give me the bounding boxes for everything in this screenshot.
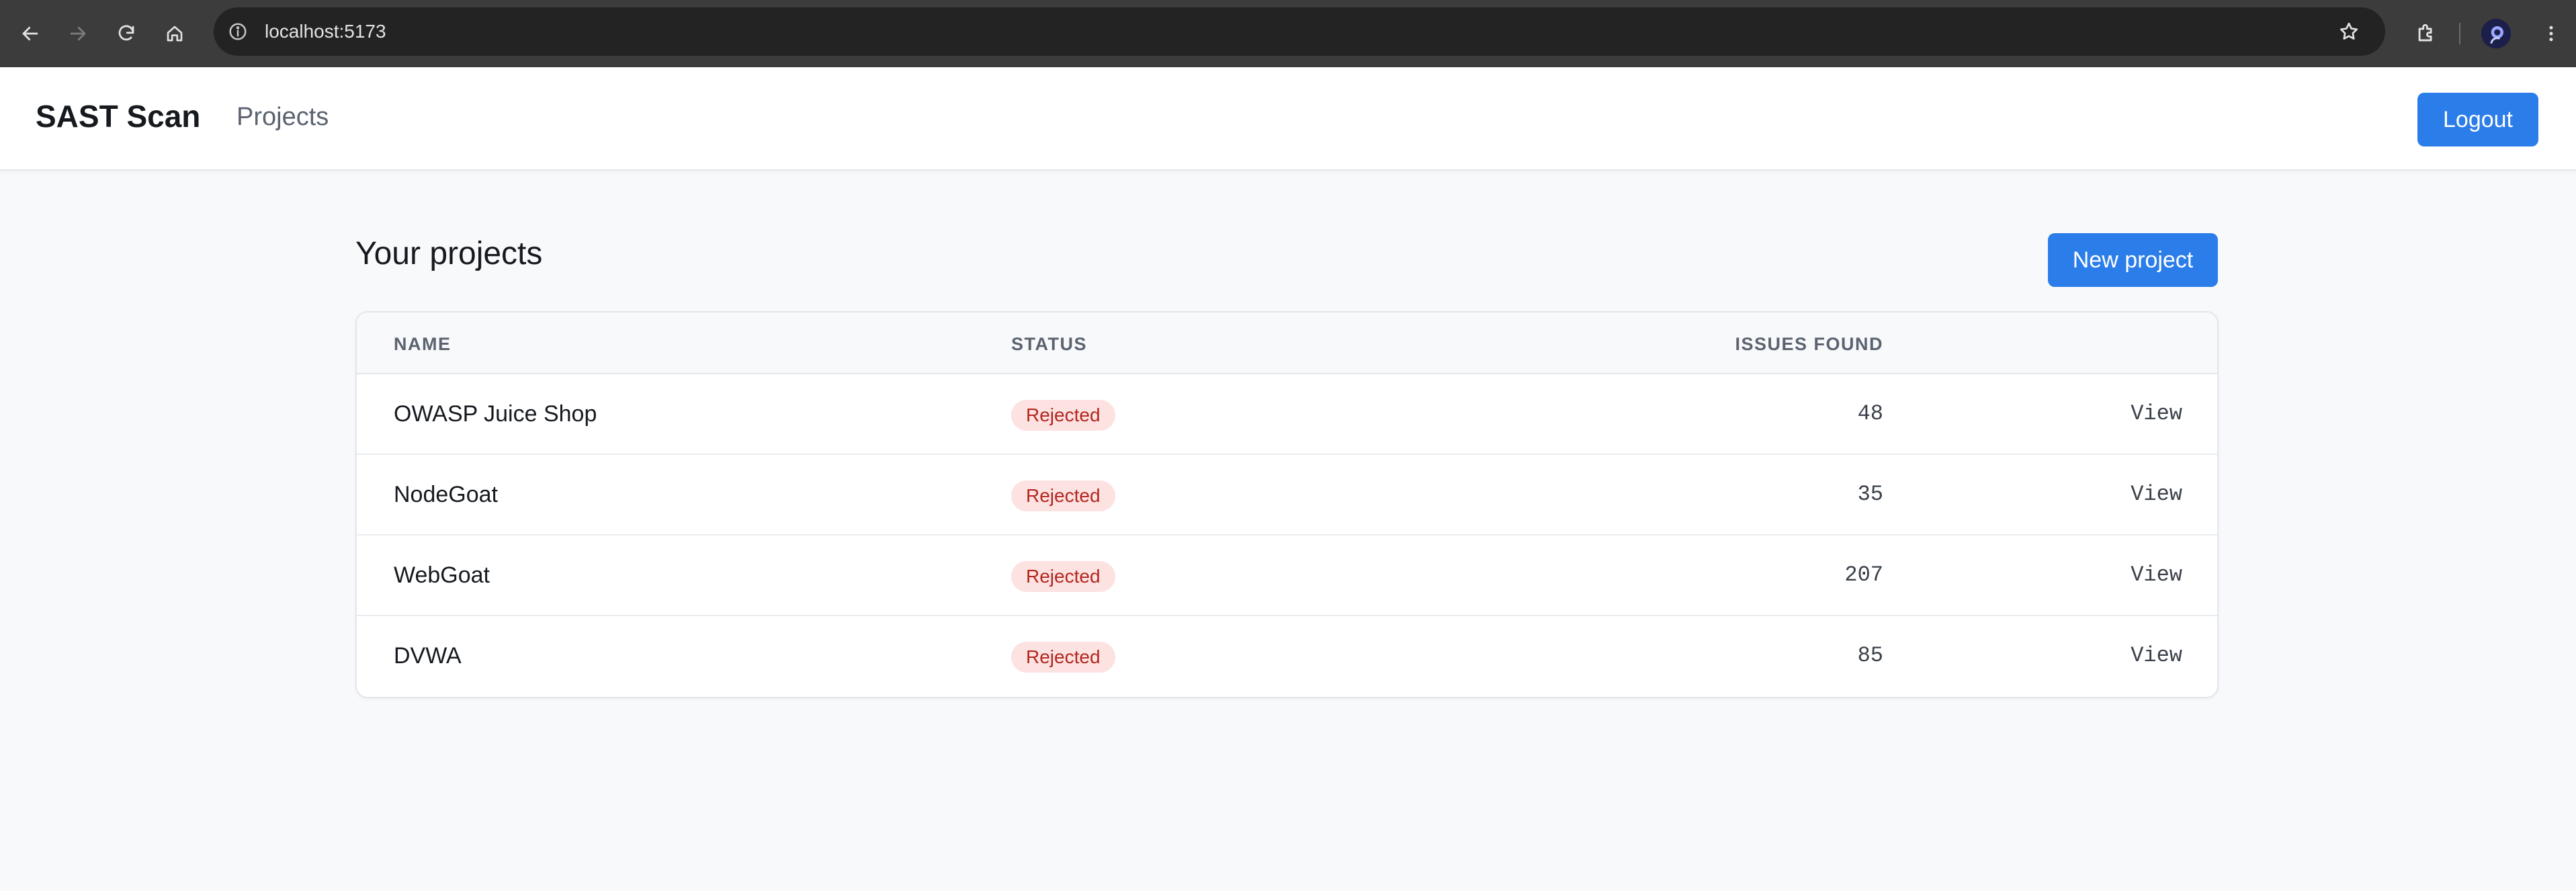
app-brand[interactable]: SAST Scan xyxy=(36,98,200,134)
site-info-button[interactable] xyxy=(222,15,254,48)
project-name: WebGoat xyxy=(394,562,490,588)
address-bar[interactable]: localhost:5173 xyxy=(214,7,2385,56)
new-project-button[interactable]: New project xyxy=(2048,233,2218,287)
status-badge: Rejected xyxy=(1011,480,1115,511)
project-name: OWASP Juice Shop xyxy=(394,401,597,427)
more-menu-icon xyxy=(2549,26,2553,42)
table-header: NAME STATUS ISSUES FOUND xyxy=(357,312,2217,374)
column-header-issues: ISSUES FOUND xyxy=(1735,334,1883,354)
issues-count: 35 xyxy=(1857,482,1883,507)
nav-link-projects[interactable]: Projects xyxy=(237,103,329,132)
app-header: SAST Scan Projects Logout xyxy=(0,67,2576,171)
issues-count: 85 xyxy=(1857,643,1883,668)
back-button[interactable] xyxy=(9,13,51,54)
profile-icon xyxy=(2481,19,2511,48)
view-link[interactable]: View xyxy=(2131,562,2182,587)
project-name: NodeGoat xyxy=(394,482,498,507)
bookmark-button[interactable] xyxy=(2333,15,2365,48)
view-link[interactable]: View xyxy=(2131,401,2182,426)
home-icon xyxy=(167,26,183,42)
home-button[interactable] xyxy=(154,13,196,54)
issues-count: 207 xyxy=(1844,562,1883,587)
browser-menu-button[interactable] xyxy=(2530,13,2572,54)
page-title: Your projects xyxy=(355,236,543,271)
reload-button[interactable] xyxy=(105,13,147,54)
extensions-icon xyxy=(2418,24,2432,42)
table-row: WebGoat Rejected 207 View xyxy=(357,536,2217,616)
star-icon xyxy=(2339,22,2358,40)
view-link[interactable]: View xyxy=(2131,482,2182,507)
profile-avatar[interactable] xyxy=(2481,19,2511,48)
extensions-button[interactable] xyxy=(2405,13,2447,54)
status-badge: Rejected xyxy=(1011,561,1115,592)
projects-table: NAME STATUS ISSUES FOUND OWASP Juice Sho… xyxy=(355,311,2219,698)
logout-button[interactable]: Logout xyxy=(2417,93,2538,146)
forward-icon xyxy=(70,26,86,41)
back-icon xyxy=(22,26,38,41)
browser-toolbar: localhost:5173 xyxy=(0,0,2576,67)
project-name: DVWA xyxy=(394,643,462,669)
reload-icon xyxy=(118,25,134,41)
table-row: OWASP Juice Shop Rejected 48 View xyxy=(357,374,2217,455)
table-row: DVWA Rejected 85 View xyxy=(357,616,2217,697)
url-text[interactable]: localhost:5173 xyxy=(265,21,386,42)
column-header-status: STATUS xyxy=(1011,334,1087,354)
view-link[interactable]: View xyxy=(2131,643,2182,668)
column-header-name: NAME xyxy=(394,334,452,354)
table-row: NodeGoat Rejected 35 View xyxy=(357,455,2217,536)
forward-button[interactable] xyxy=(57,13,99,54)
status-badge: Rejected xyxy=(1011,642,1115,673)
issues-count: 48 xyxy=(1857,401,1883,426)
status-badge: Rejected xyxy=(1011,400,1115,431)
info-icon xyxy=(229,23,247,40)
toolbar-separator xyxy=(2459,23,2460,44)
